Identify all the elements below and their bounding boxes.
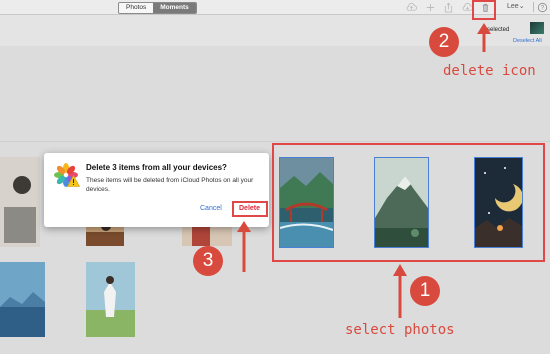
step-1-badge: 1 bbox=[410, 276, 440, 306]
step-2-badge: 2 bbox=[429, 27, 459, 57]
annotation-arrows bbox=[237, 23, 491, 318]
step-1-label: select photos bbox=[345, 322, 455, 338]
step-2-label: delete icon bbox=[443, 63, 536, 79]
step-3-badge: 3 bbox=[193, 246, 223, 276]
